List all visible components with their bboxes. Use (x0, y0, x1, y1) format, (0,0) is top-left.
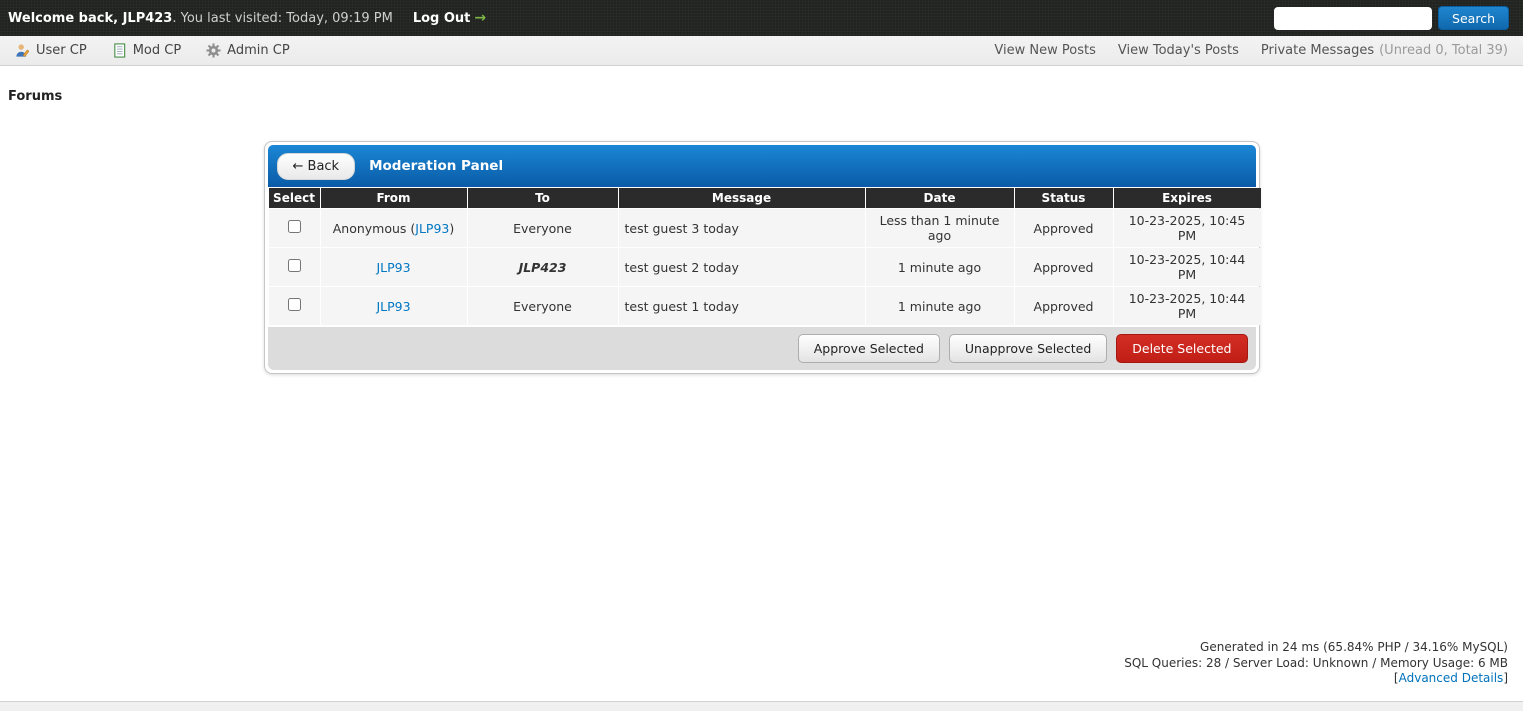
col-header-status: Status (1015, 188, 1113, 208)
footer-stats: Generated in 24 ms (65.84% PHP / 34.16% … (1124, 640, 1508, 687)
expires-cell: 10-23-2025, 10:44 PM (1114, 248, 1261, 286)
view-todays-posts-link[interactable]: View Today's Posts (1118, 43, 1239, 58)
table-row: JLP93 JLP423 test guest 2 today 1 minute… (269, 248, 1261, 286)
view-new-posts-link[interactable]: View New Posts (994, 43, 1095, 58)
from-cell: JLP93 (321, 287, 467, 325)
to-cell: Everyone (468, 287, 618, 325)
search-button[interactable]: Search (1438, 6, 1509, 30)
logout-link[interactable]: Log Out (413, 11, 471, 26)
moderation-panel: ← Back Moderation Panel Select From To M… (264, 141, 1260, 374)
message-cell: test guest 3 today (619, 209, 865, 247)
nav-item-mod-cp[interactable]: Mod CP (112, 43, 181, 58)
panel-title: Moderation Panel (369, 158, 503, 174)
bracket: ] (1503, 671, 1508, 685)
top-bar: Welcome back, JLP423. You last visited: … (0, 0, 1523, 36)
row-checkbox[interactable] (288, 220, 301, 233)
nav-item-user-cp[interactable]: User CP (15, 43, 87, 58)
panel-header: ← Back Moderation Panel (268, 145, 1256, 187)
nav-item-admin-cp[interactable]: Admin CP (206, 43, 289, 58)
moderation-table: Select From To Message Date Status Expir… (268, 187, 1262, 326)
table-header-row: Select From To Message Date Status Expir… (269, 188, 1261, 208)
last-visited-text: . You last visited: Today, 09:19 PM (172, 11, 392, 26)
private-messages-link[interactable]: Private Messages (Unread 0, Total 39) (1261, 43, 1508, 58)
to-cell: Everyone (468, 209, 618, 247)
sql-stats: SQL Queries: 28 / Server Load: Unknown /… (1124, 656, 1508, 672)
nav-item-label: Admin CP (227, 43, 289, 58)
select-cell (269, 209, 320, 247)
col-header-date: Date (866, 188, 1014, 208)
from-user-link[interactable]: JLP93 (376, 299, 410, 314)
from-user-link[interactable]: JLP93 (415, 221, 449, 236)
from-text: ) (449, 221, 454, 236)
back-button[interactable]: ← Back (277, 153, 356, 180)
row-checkbox[interactable] (288, 298, 301, 311)
expires-cell: 10-23-2025, 10:45 PM (1114, 209, 1261, 247)
nav-item-label: User CP (36, 43, 87, 58)
message-cell: test guest 2 today (619, 248, 865, 286)
nav-right: View New Posts View Today's Posts Privat… (972, 43, 1508, 58)
status-cell: Approved (1015, 248, 1113, 286)
col-header-message: Message (619, 188, 865, 208)
advanced-details-link[interactable]: Advanced Details (1399, 671, 1504, 685)
search-input[interactable] (1274, 7, 1432, 30)
from-cell: Anonymous (JLP93) (321, 209, 467, 247)
generation-stats: Generated in 24 ms (65.84% PHP / 34.16% … (1124, 640, 1508, 656)
bottom-strip (0, 701, 1523, 711)
gear-icon (206, 43, 221, 58)
approve-selected-button[interactable]: Approve Selected (798, 334, 940, 363)
nav-item-label: Mod CP (133, 43, 181, 58)
date-cell: 1 minute ago (866, 287, 1014, 325)
from-text: Anonymous ( (333, 221, 416, 236)
expires-cell: 10-23-2025, 10:44 PM (1114, 287, 1261, 325)
list-icon (112, 43, 127, 58)
unapprove-selected-button[interactable]: Unapprove Selected (949, 334, 1107, 363)
welcome-username: Welcome back, JLP423 (8, 11, 172, 26)
logout-arrow-icon: → (474, 10, 486, 26)
table-row: Anonymous (JLP93) Everyone test guest 3 … (269, 209, 1261, 247)
advanced-details-line: [Advanced Details] (1124, 671, 1508, 687)
pm-counts: (Unread 0, Total 39) (1379, 43, 1508, 58)
to-cell: JLP423 (468, 248, 618, 286)
message-cell: test guest 1 today (619, 287, 865, 325)
col-header-from: From (321, 188, 467, 208)
table-row: JLP93 Everyone test guest 1 today 1 minu… (269, 287, 1261, 325)
col-header-expires: Expires (1114, 188, 1261, 208)
from-cell: JLP93 (321, 248, 467, 286)
date-cell: 1 minute ago (866, 248, 1014, 286)
delete-selected-button[interactable]: Delete Selected (1116, 334, 1247, 363)
status-cell: Approved (1015, 287, 1113, 325)
col-header-select: Select (269, 188, 320, 208)
from-user-link[interactable]: JLP93 (376, 260, 410, 275)
nav-bar: User CP Mod CP (0, 36, 1523, 66)
nav-left: User CP Mod CP (15, 43, 315, 58)
private-messages-label: Private Messages (1261, 43, 1374, 58)
select-cell (269, 248, 320, 286)
select-cell (269, 287, 320, 325)
col-header-to: To (468, 188, 618, 208)
panel-footer: Approve Selected Unapprove Selected Dele… (268, 327, 1256, 370)
date-cell: Less than 1 minute ago (866, 209, 1014, 247)
status-cell: Approved (1015, 209, 1113, 247)
row-checkbox[interactable] (288, 259, 301, 272)
breadcrumb-forums[interactable]: Forums (8, 89, 1523, 104)
user-icon (15, 43, 30, 58)
welcome-message: Welcome back, JLP423. You last visited: … (8, 11, 393, 26)
